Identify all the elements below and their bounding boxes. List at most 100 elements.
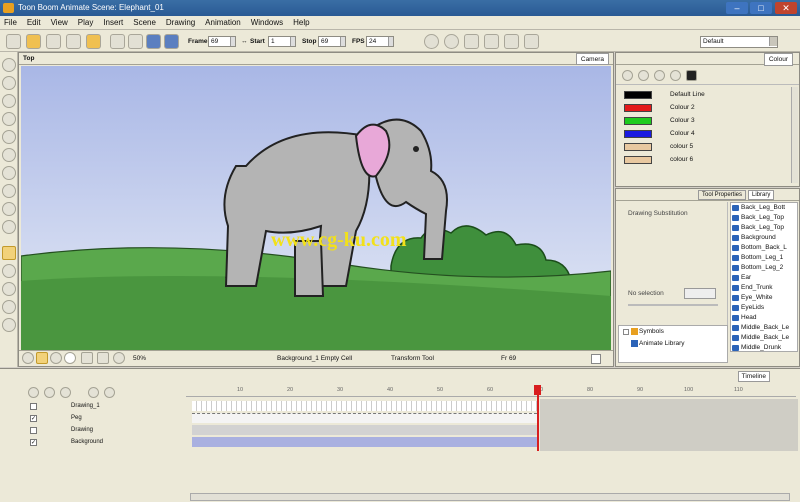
tab-camera[interactable]: Camera (575, 53, 609, 65)
menu-file[interactable]: File (0, 16, 21, 27)
fps-field[interactable]: 24 (366, 36, 394, 47)
list-item[interactable]: Bottom_Leg_1 (731, 253, 797, 263)
toggle-icon[interactable] (97, 352, 109, 364)
camera-tool-icon[interactable] (22, 352, 34, 364)
close-button[interactable]: ✕ (775, 2, 797, 14)
add-peg-icon[interactable] (60, 387, 71, 398)
substitution-field[interactable] (684, 288, 716, 299)
list-item[interactable]: Eye_White (731, 293, 797, 303)
layer-visible-checkbox[interactable] (30, 427, 37, 434)
list-item[interactable]: EyeLids (731, 303, 797, 313)
pencil-icon[interactable] (2, 112, 16, 126)
transform-tool-icon[interactable] (2, 246, 16, 260)
frame-link-icon[interactable]: ↔ (241, 38, 248, 45)
swatch-row[interactable]: colour 5 (618, 141, 793, 153)
list-item[interactable]: Background (731, 233, 797, 243)
menu-help[interactable]: Help (289, 16, 313, 27)
camera-mode-icon[interactable] (36, 352, 48, 364)
onion-icon[interactable] (104, 387, 115, 398)
menu-insert[interactable]: Insert (99, 16, 127, 27)
menu-play[interactable]: Play (74, 16, 98, 27)
playhead-handle[interactable] (534, 385, 541, 395)
menu-windows[interactable]: Windows (247, 16, 287, 27)
shade-icon[interactable] (81, 352, 93, 364)
hand-icon[interactable] (2, 220, 16, 234)
list-item[interactable]: Ear (731, 273, 797, 283)
add-layer-icon[interactable] (28, 387, 39, 398)
stop-field[interactable]: 69 (318, 36, 346, 47)
delete-layer-icon[interactable] (44, 387, 55, 398)
tree-item-symbols[interactable]: Symbols (619, 326, 727, 338)
frame-field[interactable]: 69 (208, 36, 236, 47)
reset-view-icon[interactable] (113, 352, 125, 364)
layer-visible-checkbox[interactable] (30, 403, 37, 410)
save-icon[interactable] (46, 34, 61, 49)
list-item[interactable]: Back_Leg_Top (731, 223, 797, 233)
palette-icon[interactable] (654, 70, 665, 81)
current-colour-icon[interactable] (686, 70, 697, 81)
frame-row-drawing[interactable] (192, 425, 537, 435)
flip-icon[interactable] (464, 34, 479, 49)
bone-icon[interactable] (2, 264, 16, 278)
menu-scene[interactable]: Scene (129, 16, 160, 27)
brush-icon[interactable] (2, 94, 16, 108)
tree-item-animate-library[interactable]: Animate Library (619, 338, 727, 350)
keyframe-icon[interactable] (88, 387, 99, 398)
menu-view[interactable]: View (47, 16, 72, 27)
timeline-scrollbar[interactable] (190, 493, 790, 501)
frame-row-drawing1[interactable] (192, 401, 537, 411)
rotate-view-icon[interactable] (424, 34, 439, 49)
list-item[interactable]: End_Trunk (731, 283, 797, 293)
start-field[interactable]: 1 (268, 36, 296, 47)
ink-icon[interactable] (2, 202, 16, 216)
text-icon[interactable] (2, 130, 16, 144)
layer-row-drawing1[interactable]: Drawing_1 (24, 401, 184, 412)
white-bg-icon[interactable] (64, 352, 76, 364)
morph-icon[interactable] (2, 318, 16, 332)
swatch-row[interactable]: Colour 3 (618, 115, 793, 127)
contour-editor-icon[interactable] (2, 76, 16, 90)
add-colour-icon[interactable] (622, 70, 633, 81)
new-icon[interactable] (6, 34, 21, 49)
sound-icon[interactable] (146, 34, 161, 49)
swatch-row[interactable]: colour 6 (618, 154, 793, 166)
paint-icon[interactable] (2, 184, 16, 198)
swatch-row[interactable]: Colour 2 (618, 102, 793, 114)
zoom-icon[interactable] (2, 300, 16, 314)
layer-visible-checkbox[interactable]: ✓ (30, 439, 37, 446)
list-item[interactable]: Middle_Back_Le (731, 323, 797, 333)
minimize-button[interactable]: – (726, 2, 748, 14)
layer-visible-checkbox[interactable]: ✓ (30, 415, 37, 422)
eraser-icon[interactable] (2, 148, 16, 162)
list-item[interactable]: Middle_Drunk (731, 343, 797, 351)
frame-row-background[interactable] (192, 437, 537, 447)
colour-scrollbar[interactable] (791, 87, 798, 183)
layer-row-drawing[interactable]: Drawing (24, 425, 184, 436)
onion-skin-icon[interactable] (524, 34, 539, 49)
sound-scrub-icon[interactable] (164, 34, 179, 49)
grid-icon[interactable] (484, 34, 499, 49)
save-as-icon[interactable] (66, 34, 81, 49)
colour-mode-icon[interactable] (50, 352, 62, 364)
frame-row-peg[interactable] (192, 413, 537, 423)
list-item[interactable]: Middle_Back_Le (731, 333, 797, 343)
list-item[interactable]: Back_Leg_Top (731, 213, 797, 223)
import-icon[interactable] (86, 34, 101, 49)
rotate-icon[interactable] (2, 282, 16, 296)
tab-tool-properties[interactable]: Tool Properties (698, 190, 747, 200)
dropper-icon[interactable] (2, 166, 16, 180)
substitution-slider[interactable] (628, 304, 718, 306)
list-item[interactable]: Bottom_Leg_2 (731, 263, 797, 273)
remove-colour-icon[interactable] (638, 70, 649, 81)
menu-drawing[interactable]: Drawing (162, 16, 199, 27)
menu-animation[interactable]: Animation (201, 16, 245, 27)
select-tool-icon[interactable] (2, 58, 16, 72)
swatch-row[interactable]: Colour 4 (618, 128, 793, 140)
safe-area-icon[interactable] (504, 34, 519, 49)
tab-colour[interactable]: Colour (763, 53, 793, 66)
reset-rotation-icon[interactable] (444, 34, 459, 49)
camera-viewport[interactable]: www.cg-ku.com (21, 66, 611, 351)
list-item[interactable]: Head (731, 313, 797, 323)
list-item[interactable]: Bottom_Back_L (731, 243, 797, 253)
list-item[interactable]: Back_Leg_Bott (731, 203, 797, 213)
